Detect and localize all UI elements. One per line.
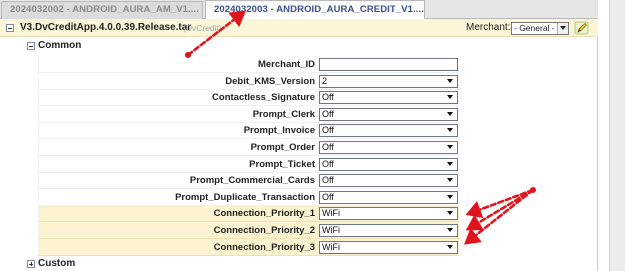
app-header-row: V3.DvCreditApp.4.0.0.39.Release.tar (DvC… bbox=[0, 19, 598, 37]
group-custom[interactable]: Custom bbox=[0, 256, 598, 271]
setting-label: Debit_KMS_Version bbox=[225, 75, 315, 87]
setting-label: Prompt_Clerk bbox=[252, 108, 315, 120]
setting-row: Prompt_Ticket Off bbox=[38, 155, 459, 173]
setting-label: Prompt_Order bbox=[250, 142, 315, 153]
setting-label: Connection_Priority_1 bbox=[213, 208, 315, 220]
setting-row: Connection_Priority_2 WiFi bbox=[38, 222, 459, 239]
setting-select-value: 2 bbox=[322, 75, 328, 86]
setting-row: Contactless_Signature Off bbox=[38, 89, 459, 107]
setting-select[interactable]: Off bbox=[319, 174, 458, 188]
chevron-down-icon bbox=[446, 193, 456, 202]
chevron-down-icon bbox=[446, 143, 456, 152]
config-panel: 2024032002 - ANDROID_AURA_AM_V1.... 2024… bbox=[0, 0, 598, 271]
setting-row: Prompt_Clerk Off bbox=[38, 105, 459, 123]
setting-select[interactable]: 2 bbox=[319, 74, 458, 88]
merchant-select[interactable]: - General - bbox=[511, 22, 569, 35]
setting-row: Prompt_Commercial_Cards Off bbox=[38, 172, 459, 190]
setting-row: Connection_Priority_3 WiFi bbox=[38, 238, 459, 256]
setting-row: Debit_KMS_Version 2 bbox=[38, 72, 459, 90]
setting-select[interactable]: Off bbox=[319, 141, 458, 154]
chevron-down-icon bbox=[446, 110, 456, 119]
tab-bar: 2024032002 - ANDROID_AURA_AM_V1.... 2024… bbox=[0, 0, 598, 20]
setting-label: Prompt_Invoice bbox=[243, 125, 315, 137]
setting-label: Prompt_Duplicate_Transaction bbox=[175, 191, 315, 203]
setting-select-value: Off bbox=[322, 108, 334, 119]
setting-select-value: WiFi bbox=[322, 208, 340, 219]
group-common[interactable]: Common bbox=[0, 38, 598, 54]
tab-android-aura-credit[interactable]: 2024032003 - ANDROID_AURA_CREDIT_V1.... bbox=[205, 0, 425, 20]
pencil-icon[interactable] bbox=[574, 21, 589, 35]
setting-select-value: Off bbox=[322, 175, 334, 186]
tab-android-aura-am[interactable]: 2024032002 - ANDROID_AURA_AM_V1.... bbox=[1, 1, 203, 19]
chevron-down-icon bbox=[446, 226, 456, 235]
setting-select-value: Off bbox=[322, 125, 334, 136]
setting-label: Merchant_ID bbox=[257, 59, 315, 70]
app-title: V3.DvCreditApp.4.0.0.39.Release.tar bbox=[20, 22, 192, 33]
collapse-icon[interactable] bbox=[6, 24, 14, 32]
right-side-panel bbox=[609, 0, 625, 271]
setting-label: Prompt_Commercial_Cards bbox=[189, 175, 315, 187]
setting-row: Prompt_Order Off bbox=[38, 139, 459, 156]
expand-custom-icon[interactable] bbox=[27, 260, 35, 268]
setting-select[interactable]: WiFi bbox=[319, 207, 458, 221]
setting-select[interactable]: Off bbox=[319, 190, 458, 204]
chevron-down-icon bbox=[446, 160, 456, 169]
setting-select-value: WiFi bbox=[322, 241, 340, 252]
setting-select-value: Off bbox=[322, 158, 334, 169]
chevron-down-icon bbox=[446, 126, 456, 135]
setting-select[interactable]: Off bbox=[319, 91, 458, 105]
chevron-down-icon bbox=[446, 77, 456, 86]
setting-input[interactable] bbox=[319, 58, 458, 71]
setting-select[interactable]: WiFi bbox=[319, 224, 458, 237]
setting-select[interactable]: WiFi bbox=[319, 240, 458, 254]
setting-select[interactable]: Off bbox=[319, 124, 458, 138]
group-label-common: Common bbox=[38, 40, 82, 51]
setting-label: Connection_Priority_2 bbox=[213, 225, 315, 236]
chevron-down-icon bbox=[446, 243, 456, 252]
setting-select-value: Off bbox=[322, 142, 334, 152]
setting-label: Prompt_Ticket bbox=[249, 158, 315, 170]
chevron-down-icon bbox=[557, 23, 568, 34]
setting-select-value: Off bbox=[322, 92, 334, 103]
chevron-down-icon bbox=[446, 176, 456, 185]
collapse-common-icon[interactable] bbox=[27, 42, 35, 50]
setting-select-value: WiFi bbox=[322, 225, 340, 235]
setting-label: Contactless_Signature bbox=[212, 92, 315, 104]
merchant-label: Merchant: bbox=[466, 22, 511, 33]
setting-select[interactable]: Off bbox=[319, 157, 458, 171]
merchant-select-value: - General - bbox=[514, 23, 555, 33]
setting-select-value: Off bbox=[322, 191, 334, 202]
chevron-down-icon bbox=[446, 209, 456, 218]
setting-row: Merchant_ID bbox=[38, 56, 459, 73]
chevron-down-icon bbox=[446, 93, 456, 102]
app-subtitle: (DvCredit) bbox=[183, 23, 222, 33]
setting-label: Connection_Priority_3 bbox=[213, 241, 315, 253]
setting-row: Prompt_Invoice Off bbox=[38, 122, 459, 140]
setting-row: Prompt_Duplicate_Transaction Off bbox=[38, 188, 459, 206]
setting-select[interactable]: Off bbox=[319, 107, 458, 121]
setting-row: Connection_Priority_1 WiFi bbox=[38, 205, 459, 223]
group-label-custom: Custom bbox=[38, 258, 76, 269]
